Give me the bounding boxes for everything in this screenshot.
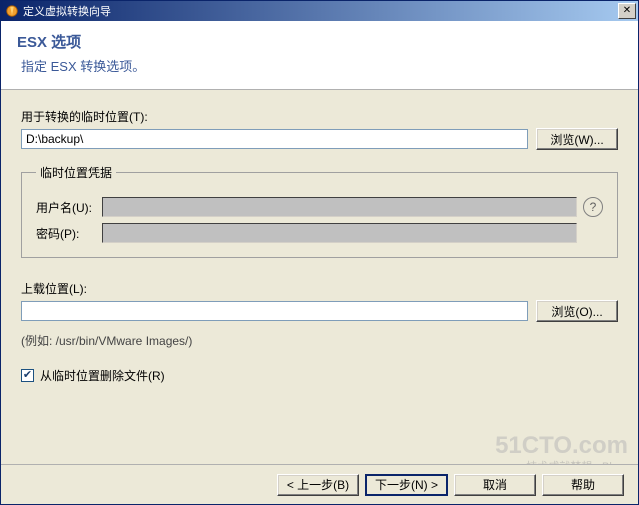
password-label: 密码(P):: [36, 225, 96, 242]
credentials-legend: 临时位置凭据: [36, 164, 116, 181]
credentials-group: 临时位置凭据 用户名(U): ? 密码(P):: [21, 164, 618, 258]
cancel-button[interactable]: 取消: [454, 474, 536, 496]
header: ESX 选项 指定 ESX 转换选项。: [1, 21, 638, 90]
password-input: [102, 223, 577, 243]
delete-files-row[interactable]: ✔ 从临时位置删除文件(R): [21, 367, 618, 384]
back-button[interactable]: < 上一步(B): [277, 474, 359, 496]
upload-browse-button[interactable]: 浏览(O)...: [536, 300, 618, 322]
upload-location-input[interactable]: [21, 301, 528, 321]
username-input: [102, 197, 577, 217]
page-title: ESX 选项: [17, 31, 622, 52]
wizard-window: 定义虚拟转换向导 ✕ ESX 选项 指定 ESX 转换选项。 用于转换的临时位置…: [0, 0, 639, 505]
help-button[interactable]: 帮助: [542, 474, 624, 496]
page-subtitle: 指定 ESX 转换选项。: [17, 56, 622, 75]
upload-location-label: 上载位置(L):: [21, 280, 618, 297]
close-button[interactable]: ✕: [618, 3, 636, 19]
delete-files-label: 从临时位置删除文件(R): [40, 367, 165, 384]
username-label: 用户名(U):: [36, 199, 96, 216]
temp-location-input[interactable]: [21, 129, 528, 149]
window-title: 定义虚拟转换向导: [23, 3, 618, 19]
body: 用于转换的临时位置(T): 浏览(W)... 临时位置凭据 用户名(U): ? …: [1, 90, 638, 394]
checkmark-icon: ✔: [23, 370, 32, 381]
temp-browse-button[interactable]: 浏览(W)...: [536, 128, 618, 150]
watermark: 51CTO.com: [495, 432, 628, 460]
delete-files-checkbox[interactable]: ✔: [21, 369, 34, 382]
upload-example: (例如: /usr/bin/VMware Images/): [21, 332, 618, 349]
help-icon[interactable]: ?: [583, 197, 603, 217]
footer: < 上一步(B) 下一步(N) > 取消 帮助: [1, 464, 638, 504]
wizard-icon: [5, 4, 19, 18]
titlebar: 定义虚拟转换向导 ✕: [1, 1, 638, 21]
next-button[interactable]: 下一步(N) >: [365, 474, 448, 496]
temp-location-label: 用于转换的临时位置(T):: [21, 108, 618, 125]
